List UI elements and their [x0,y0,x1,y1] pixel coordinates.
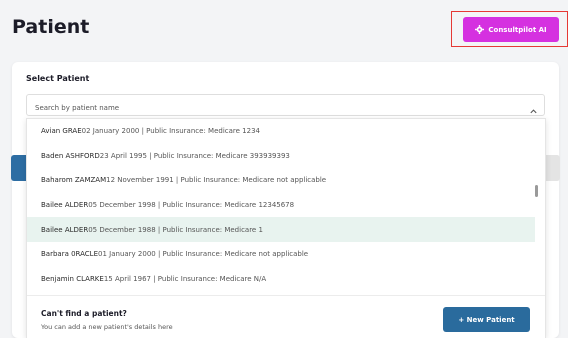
patient-details: 15 April 1967 | Public Insurance: Medica… [103,274,267,283]
patient-option[interactable]: Bailee ALDER 05 December 1998 | Public In… [27,193,535,218]
patient-search[interactable] [26,94,545,118]
patient-name: Avian GRAE [41,127,82,136]
chevron-up-icon[interactable] [529,101,538,114]
cant-find-subtitle: You can add a new patient's details here [41,323,173,331]
patient-option[interactable]: Benjamin CLARKE 15 April 1967 | Public In… [27,267,535,292]
list-scrollbar[interactable] [535,185,538,197]
patient-name: Bailee ALDER [41,225,89,234]
patient-name: Baden ASHFORD [41,151,100,160]
patient-name: Baharom ZAMZAM [41,176,107,185]
patient-list: Avian GRAE 02 January 2000 | Public Insur… [27,119,535,293]
consultpilot-ai-label: Consultpilot AI [488,25,547,34]
page-title: Patient [12,16,90,38]
background-button-right [544,155,560,181]
patient-option[interactable]: Avian GRAE 02 January 2000 | Public Insur… [27,119,535,144]
patient-details: 01 January 2000 | Public Insurance: Medi… [98,250,309,259]
patient-details: 05 December 1988 | Public Insurance: Med… [88,225,263,234]
patient-option[interactable]: Barbara 0RACLE 01 January 2000 | Public I… [27,242,535,267]
patient-name: Bailee ALDER [41,201,89,210]
cant-find-title: Can't find a patient? [41,309,127,318]
gear-icon [475,25,485,34]
patient-option-highlighted[interactable]: Bailee ALDER 05 December 1988 | Public In… [27,217,535,242]
patient-name: Benjamin CLARKE [41,274,104,283]
patient-details: 02 January 2000 | Public Insurance: Medi… [81,127,260,136]
patient-option[interactable]: Baden ASHFORD 23 April 1995 | Public Insu… [27,144,535,169]
consultpilot-ai-button[interactable]: Consultpilot AI [463,17,559,42]
patient-details: 05 December 1998 | Public Insurance: Med… [88,201,295,210]
dropdown-footer: Can't find a patient? You can add a new … [27,295,545,338]
select-patient-label: Select Patient [26,74,90,83]
patient-dropdown: Avian GRAE 02 January 2000 | Public Insur… [26,118,546,338]
new-patient-button[interactable]: + New Patient [443,307,530,332]
patient-search-input[interactable] [27,98,544,118]
patient-details: 12 November 1991 | Public Insurance: Med… [106,176,327,185]
patient-details: 23 April 1995 | Public Insurance: Medica… [99,151,290,160]
patient-name: Barbara 0RACLE [41,250,99,259]
patient-option[interactable]: Baharom ZAMZAM 12 November 1991 | Public … [27,168,535,193]
